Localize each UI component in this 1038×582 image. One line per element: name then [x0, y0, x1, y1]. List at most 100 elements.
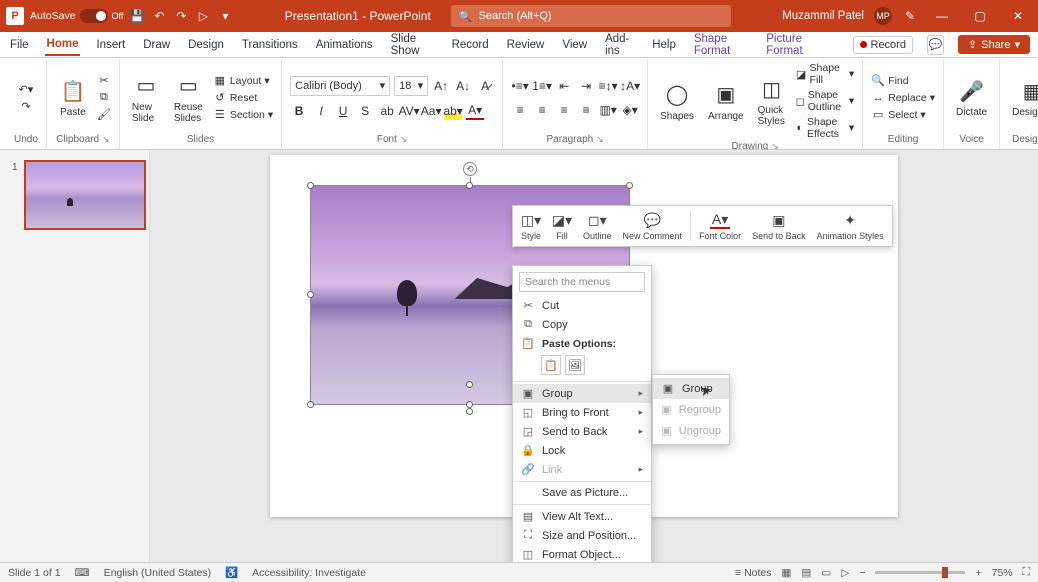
view-normal-button[interactable]: ▦ [782, 567, 792, 579]
decrease-font-button[interactable]: A↓ [454, 77, 472, 95]
status-lang-icon[interactable]: ⌨ [75, 567, 90, 579]
resize-handle[interactable] [466, 381, 473, 388]
tab-slideshow[interactable]: Slide Show [389, 29, 436, 61]
tab-animations[interactable]: Animations [314, 35, 375, 55]
zoom-in-button[interactable]: + [975, 567, 981, 579]
mini-send-back-button[interactable]: ▣Send to Back [747, 209, 811, 243]
designer-button[interactable]: ▦Designer [1008, 75, 1038, 120]
shape-effects-button[interactable]: ◐Shape Effects ▾ [796, 116, 855, 140]
reset-button[interactable]: ↺Reset [213, 91, 273, 105]
record-button[interactable]: Record [853, 36, 913, 54]
reuse-slides-button[interactable]: ▭Reuse Slides [170, 70, 207, 126]
view-sorter-button[interactable]: ▤ [801, 567, 811, 579]
bullets-button[interactable]: •≡▾ [511, 77, 529, 95]
mini-outline-button[interactable]: ◻▾Outline [578, 209, 617, 243]
paste-opt-2[interactable]: 🖼 [565, 355, 585, 375]
ctx-copy[interactable]: ⧉Copy [513, 315, 651, 334]
mini-style-button[interactable]: ◫▾Style [516, 209, 546, 243]
shapes-button[interactable]: ◯Shapes [656, 79, 698, 124]
toggle-switch[interactable] [80, 9, 108, 23]
search-input[interactable]: 🔍 Search (Alt+Q) [451, 5, 731, 27]
launcher-icon[interactable]: ↘ [596, 134, 604, 145]
ctx-size-position[interactable]: ⛶Size and Position... [513, 526, 651, 545]
shadow-button[interactable]: ab [378, 102, 396, 120]
tab-insert[interactable]: Insert [94, 35, 127, 55]
status-access-icon[interactable]: ♿ [225, 566, 238, 579]
redo-icon[interactable]: ↷ [173, 8, 189, 24]
ctx-lock[interactable]: 🔒Lock [513, 441, 651, 460]
sub-group[interactable]: ▣Group [653, 378, 729, 399]
slide-thumbnail[interactable]: 1 [24, 160, 146, 230]
highlight-button[interactable]: ab▾ [444, 102, 462, 120]
mini-animation-button[interactable]: ✦Animation Styles [812, 209, 889, 243]
undo-button[interactable]: ↶▾ [19, 82, 33, 96]
increase-font-button[interactable]: A↑ [432, 77, 450, 95]
tab-design[interactable]: Design [186, 35, 226, 55]
mini-fill-button[interactable]: ◪▾Fill [547, 209, 577, 243]
comments-button[interactable]: 💬 [927, 35, 944, 55]
ctx-bring-front[interactable]: ◱Bring to Front▸ [513, 403, 651, 422]
pencil-icon[interactable]: ✎ [902, 8, 918, 24]
align-left-button[interactable]: ≡ [511, 101, 529, 119]
launcher-icon[interactable]: ↘ [400, 134, 408, 145]
smartart-button[interactable]: ◈▾ [621, 101, 639, 119]
copy-button[interactable]: ⧉ [97, 91, 111, 105]
italic-button[interactable]: I [312, 102, 330, 120]
tab-transitions[interactable]: Transitions [240, 35, 300, 55]
strike-button[interactable]: S [356, 102, 374, 120]
change-case-button[interactable]: Aa▾ [422, 102, 440, 120]
maximize-button[interactable]: ▢ [966, 9, 994, 23]
resize-handle[interactable] [307, 182, 314, 189]
save-icon[interactable]: 💾 [129, 8, 145, 24]
format-painter-button[interactable]: 🖌 [97, 108, 111, 122]
justify-button[interactable]: ≡ [577, 101, 595, 119]
tab-record[interactable]: Record [450, 35, 491, 55]
user-avatar[interactable]: MP [874, 7, 892, 25]
notes-button[interactable]: ≡ Notes [735, 567, 771, 579]
columns-button[interactable]: ▥▾ [599, 101, 617, 119]
cut-button[interactable]: ✂ [97, 74, 111, 88]
ctx-group[interactable]: ▣Group▸ [513, 384, 651, 403]
status-lang[interactable]: English (United States) [104, 567, 211, 579]
redo-button[interactable]: ↷ [19, 99, 33, 113]
zoom-out-button[interactable]: − [859, 567, 865, 579]
underline-button[interactable]: U [334, 102, 352, 120]
resize-handle[interactable] [626, 182, 633, 189]
align-center-button[interactable]: ≡ [533, 101, 551, 119]
mini-font-color-button[interactable]: A▾Font Color [694, 209, 746, 243]
select-button[interactable]: ▭Select ▾ [871, 108, 935, 122]
shape-outline-button[interactable]: ◻Shape Outline ▾ [796, 89, 855, 113]
find-button[interactable]: 🔍Find [871, 74, 935, 88]
undo-icon[interactable]: ↶ [151, 8, 167, 24]
paste-opt-1[interactable]: 📋 [541, 355, 561, 375]
tab-view[interactable]: View [560, 35, 589, 55]
tab-addins[interactable]: Add-ins [603, 29, 636, 61]
font-size-select[interactable]: 18▾ [394, 76, 428, 96]
view-slideshow-button[interactable]: ▷ [841, 567, 849, 579]
slide-canvas-area[interactable]: ⟲ ◫▾Style ◪▾Fi [150, 150, 1038, 562]
arrange-button[interactable]: ▣Arrange [704, 79, 748, 124]
mini-comment-button[interactable]: 💬New Comment [618, 209, 688, 243]
zoom-slider[interactable] [875, 571, 965, 574]
inc-indent-button[interactable]: ⇥ [577, 77, 595, 95]
share-button[interactable]: ⇪Share▾ [958, 35, 1030, 54]
launcher-icon[interactable]: ↘ [102, 134, 110, 145]
tab-picture-format[interactable]: Picture Format [764, 29, 824, 61]
menu-search-input[interactable]: Search the menus [519, 272, 645, 292]
autosave-toggle[interactable]: AutoSave Off [30, 9, 123, 23]
layout-button[interactable]: ▦Layout ▾ [213, 74, 273, 88]
tab-home[interactable]: Home [45, 34, 81, 56]
align-right-button[interactable]: ≡ [555, 101, 573, 119]
ctx-send-back[interactable]: ◲Send to Back▸ [513, 422, 651, 441]
ctx-alt-text[interactable]: ▤View Alt Text... [513, 507, 651, 526]
qat-more-icon[interactable]: ▾ [217, 8, 233, 24]
minimize-button[interactable]: — [928, 9, 956, 23]
slideshow-start-icon[interactable]: ▷ [195, 8, 211, 24]
replace-button[interactable]: ↔Replace ▾ [871, 91, 935, 105]
fit-button[interactable]: ⛶ [1023, 566, 1030, 579]
tab-file[interactable]: File [8, 35, 31, 55]
numbering-button[interactable]: 1≡▾ [533, 77, 551, 95]
font-color-button[interactable]: A▾ [466, 102, 484, 120]
ctx-cut[interactable]: ✂Cut [513, 296, 651, 315]
user-name[interactable]: Muzammil Patel [782, 10, 864, 22]
